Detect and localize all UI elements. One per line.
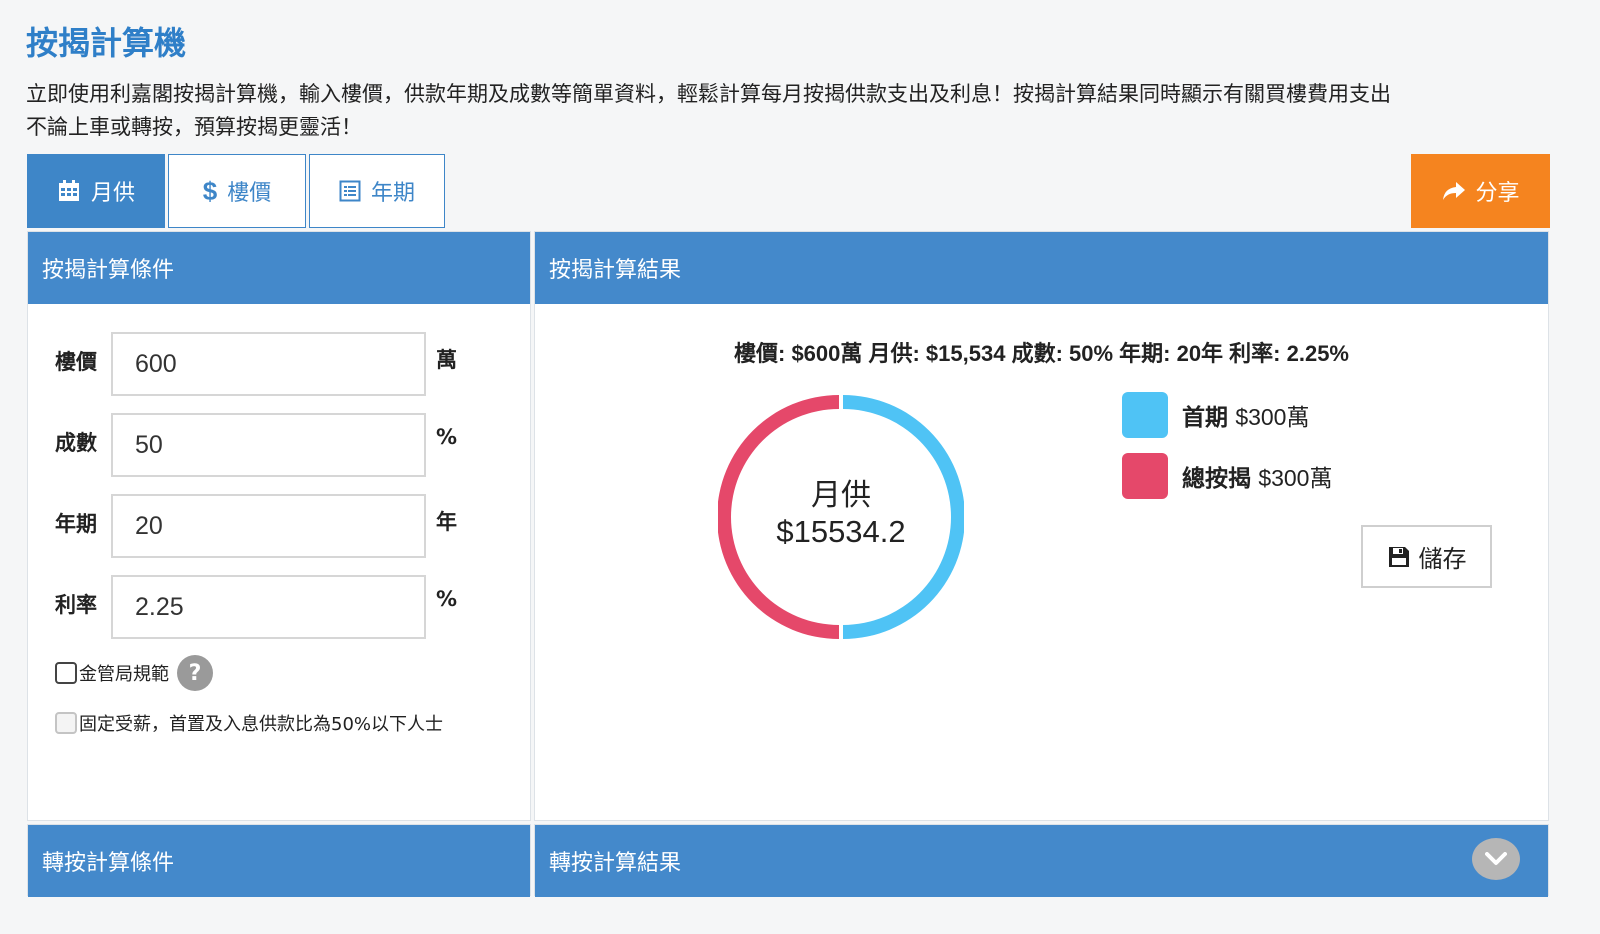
refinance-results-header: 轉按計算結果 [535,825,1548,897]
conditions-header: 按揭計算條件 [28,232,530,304]
tab-monthly-label: 月供 [90,181,135,206]
price-unit: 萬 [436,348,457,372]
save-floppy-icon [1388,546,1409,567]
rate-label: 利率 [55,593,97,617]
refinance-conditions-panel[interactable]: 轉按計算條件 [27,824,531,897]
fixed-income-checkbox[interactable] [55,712,77,734]
rate-input[interactable] [111,575,426,639]
share-arrow-icon [1443,182,1466,200]
results-header: 按揭計算結果 [535,232,1548,304]
price-label: 樓價 [55,350,97,374]
intro-text: 立即使用利嘉閣按揭計算機，輸入樓價，供款年期及成數等簡單資料，輕鬆計算每月按揭供… [26,78,1600,144]
refinance-conditions-header: 轉按計算條件 [28,825,530,897]
share-label: 分享 [1475,181,1520,206]
field-row-price: 樓價 萬 [55,332,457,396]
legend-swatch-mortgage [1122,453,1168,499]
legend-item-down-payment: 首期 $300萬 [1122,392,1309,438]
legend-amount-mortgage: $300萬 [1258,465,1333,491]
hkma-checkbox[interactable] [55,662,77,684]
chevron-down-icon [1485,852,1507,865]
donut-center-value: $15534.2 [776,514,906,549]
save-button[interactable]: 儲存 [1361,525,1492,588]
field-row-ratio: 成數 % [55,413,457,477]
save-label: 儲存 [1418,545,1467,573]
period-unit: 年 [436,510,457,534]
tab-property-price[interactable]: $ 樓價 [168,154,306,228]
page-title: 按揭計算機 [26,24,187,62]
tab-price-label: 樓價 [227,181,272,206]
ratio-input[interactable] [111,413,426,477]
legend-label-mortgage: 總按揭 [1182,466,1251,492]
donut-center-text: 月供 $15534.2 [718,478,964,550]
help-question-icon[interactable]: ? [177,655,213,691]
tab-loan-period[interactable]: 年期 [309,154,445,228]
intro-line-1: 立即使用利嘉閣按揭計算機，輸入樓價，供款年期及成數等簡單資料，輕鬆計算每月按揭供… [26,82,1391,106]
ratio-label: 成數 [55,431,97,455]
fixed-income-label: 固定受薪，首置及入息供款比為50%以下人士 [79,714,444,735]
rate-unit: % [436,587,458,611]
mortgage-conditions-panel: 按揭計算條件 樓價 萬 成數 % 年期 年 利率 % 金管局規範 ? 固定受薪，… [27,231,531,821]
share-button[interactable]: 分享 [1411,154,1550,228]
hkma-label: 金管局規範 [79,664,169,685]
legend-swatch-down-payment [1122,392,1168,438]
tab-monthly-payment[interactable]: 月供 [27,154,165,228]
period-label: 年期 [55,512,97,536]
fixed-income-checkbox-row: 固定受薪，首置及入息供款比為50%以下人士 [55,710,443,736]
legend-label-down-payment: 首期 [1182,405,1228,431]
intro-line-2: 不論上車或轉按，預算按揭更靈活！ [26,115,362,139]
calendar-icon [58,180,79,201]
expand-button[interactable] [1472,838,1520,880]
tab-period-label: 年期 [370,181,415,206]
refinance-results-panel[interactable]: 轉按計算結果 [534,824,1549,897]
legend-item-mortgage: 總按揭 $300萬 [1122,453,1332,499]
donut-center-label: 月供 [811,478,871,513]
legend-amount-down-payment: $300萬 [1235,404,1310,430]
calculator-tabs: 月供 $ 樓價 年期 [27,154,448,228]
field-row-rate: 利率 % [55,575,457,639]
field-row-period: 年期 年 [55,494,457,558]
ratio-unit: % [436,425,458,449]
dollar-icon: $ [202,175,218,206]
period-input[interactable] [111,494,426,558]
result-summary: 樓價: $600萬 月供: $15,534 成數: 50% 年期: 20年 利率… [734,341,1349,366]
price-input[interactable] [111,332,426,396]
hkma-checkbox-row: 金管局規範 ? [55,655,213,691]
list-icon [339,180,361,202]
